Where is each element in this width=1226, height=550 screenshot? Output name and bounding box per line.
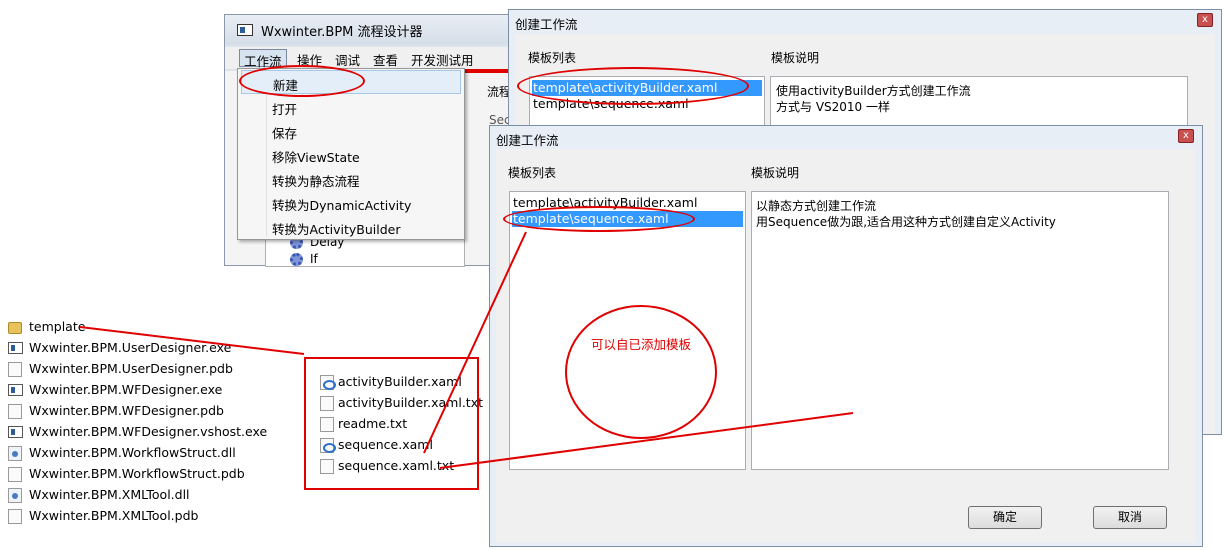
connector-line xyxy=(423,231,527,454)
connector-line xyxy=(79,326,305,355)
annotation-lines xyxy=(79,231,854,469)
connector-line xyxy=(439,412,854,469)
